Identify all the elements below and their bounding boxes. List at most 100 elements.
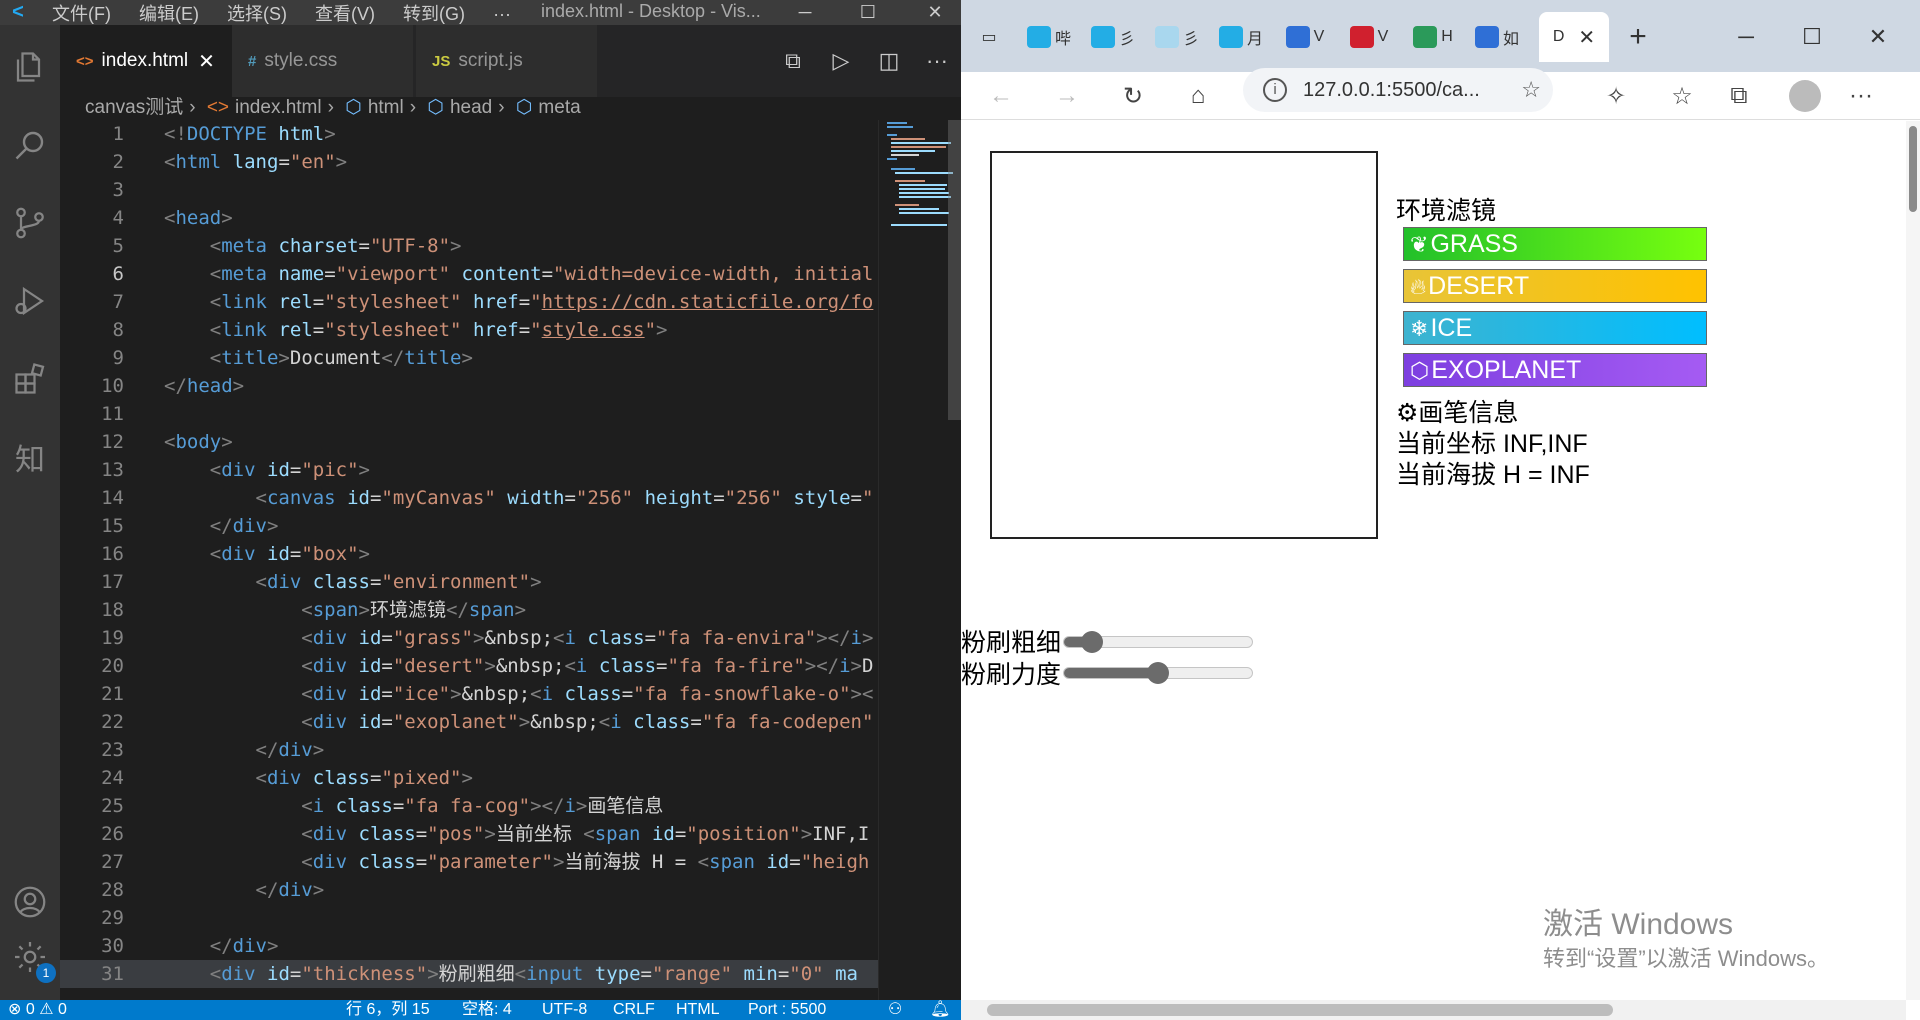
settings-gear-icon[interactable]: 1 — [8, 935, 56, 983]
close-window-button[interactable]: ✕ — [1853, 12, 1903, 62]
breadcrumb-meta[interactable]: meta — [538, 97, 580, 118]
collections-icon[interactable]: ⧉ — [1719, 80, 1759, 112]
vscode-logo-icon: < — [12, 1, 24, 23]
settings-more-icon[interactable]: ··· — [1841, 80, 1881, 112]
split-editor-icon[interactable]: ◫ — [865, 48, 913, 74]
favorites-icon[interactable]: ☆ — [1662, 80, 1702, 112]
add-favorite-icon[interactable]: ☆ — [1521, 77, 1541, 103]
code-line: 24 <div class="pixed"> — [101, 767, 473, 789]
breadcrumb-folder[interactable]: canvas测试 — [85, 97, 183, 118]
problems-status[interactable]: ⊗ 0 ⚠ 0 — [8, 1000, 67, 1020]
cursor-position[interactable]: 行 6，列 15 — [346, 1000, 430, 1020]
web-page: 环境滤镜 ❦GRASS 🔥︎DESERT ❄ICE ⬡EXOPLANET ⚙画笔… — [961, 121, 1906, 1000]
breadcrumb-separator-icon: › — [409, 97, 417, 118]
browser-tab[interactable]: 彡 — [1081, 12, 1145, 62]
breadcrumb-separator-icon: › — [327, 97, 334, 118]
feedback-icon[interactable]: ⚇ — [888, 1000, 902, 1020]
thickness-slider[interactable] — [1063, 631, 1253, 653]
browser-tab-strip: ▭ 哔 彡 彡 月 V V H 如 D ✕ + ─ ☐ ✕ — [961, 0, 1920, 72]
editor-actions: ⧉ ▷ ◫ ··· — [769, 25, 961, 97]
extensions-icon[interactable]: ✧ — [1596, 80, 1636, 112]
page-horizontal-scrollbar[interactable] — [961, 1000, 1906, 1020]
js-file-icon: JS — [432, 52, 451, 70]
live-server-status[interactable]: Port : 5500 — [748, 1000, 826, 1020]
desert-button[interactable]: 🔥︎DESERT — [1403, 269, 1707, 303]
bing-icon — [1474, 26, 1499, 48]
menu-more[interactable]: ··· — [493, 4, 511, 24]
language-mode[interactable]: HTML — [676, 1000, 720, 1020]
new-tab-button[interactable]: + — [1613, 12, 1663, 62]
exoplanet-button[interactable]: ⬡EXOPLANET — [1403, 353, 1707, 387]
menu-selection[interactable]: 选择(S) — [227, 4, 287, 24]
terminal-icon — [1413, 26, 1438, 48]
source-control-icon[interactable] — [8, 201, 52, 245]
codepen-icon: ⬡ — [1410, 358, 1430, 383]
tab-index-html[interactable]: <> index.html ✕ — [60, 25, 232, 97]
indentation-status[interactable]: 空格: 4 — [462, 1000, 512, 1020]
open-preview-icon[interactable]: ⧉ — [769, 48, 817, 74]
close-tab-icon[interactable]: ✕ — [198, 49, 215, 74]
maximize-button[interactable]: ☐ — [838, 0, 898, 25]
tab-actions-icon[interactable]: ▭ — [969, 12, 1009, 62]
run-debug-icon[interactable] — [8, 279, 52, 323]
tab-style-css[interactable]: # style.css — [232, 25, 413, 97]
profile-avatar[interactable] — [1785, 80, 1825, 112]
grass-button[interactable]: ❦GRASS — [1403, 227, 1707, 261]
menu-file[interactable]: 文件(F) — [52, 4, 111, 24]
browser-tab[interactable]: 哔 — [1017, 12, 1081, 62]
browser-tab[interactable]: 月 — [1209, 12, 1273, 62]
browser-tab[interactable]: H — [1401, 12, 1465, 62]
snowflake-icon: ❄ — [1410, 316, 1429, 341]
minimize-button[interactable]: ─ — [775, 0, 835, 25]
back-button[interactable]: ← — [981, 80, 1021, 112]
code-line: 11 — [101, 403, 124, 425]
explorer-icon[interactable] — [8, 45, 52, 89]
breadcrumb-html[interactable]: html — [368, 97, 404, 118]
tab-script-js[interactable]: JS script.js — [416, 25, 597, 97]
address-bar[interactable]: i 127.0.0.1:5500/ca... ☆ — [1243, 68, 1553, 112]
code-line: 23 </div> — [101, 739, 325, 761]
code-line-current: 6 <meta name="viewport" content="width=d… — [112, 263, 874, 285]
more-actions-icon[interactable]: ··· — [913, 48, 961, 74]
vscode-window: < 文件(F) 编辑(E) 选择(S) 查看(V) 转到(G) ··· inde… — [0, 0, 961, 1020]
refresh-button[interactable]: ↻ — [1113, 80, 1153, 112]
drawing-canvas[interactable] — [990, 151, 1378, 539]
home-button[interactable]: ⌂ — [1178, 80, 1218, 112]
maximize-button[interactable]: ☐ — [1787, 12, 1837, 62]
code-editor[interactable]: 1 <!DOCTYPE html> 2 <html lang="en"> 3 4 <h… — [60, 120, 878, 1000]
menu-edit[interactable]: 编辑(E) — [139, 4, 199, 24]
strength-slider[interactable] — [1063, 662, 1253, 684]
forward-button[interactable]: → — [1047, 80, 1087, 112]
ice-button[interactable]: ❄ICE — [1403, 311, 1707, 345]
code-line: 7 <link rel="stylesheet" href="https://c… — [112, 291, 874, 313]
minimize-button[interactable]: ─ — [1721, 12, 1771, 62]
browser-tab-active[interactable]: D ✕ — [1539, 12, 1609, 62]
zhihu-icon[interactable]: 知 — [8, 435, 52, 479]
extensions-icon[interactable] — [8, 357, 52, 401]
browser-tab[interactable]: 如 — [1465, 12, 1529, 62]
site-info-icon[interactable]: i — [1263, 78, 1287, 102]
menu-go[interactable]: 转到(G) — [403, 4, 465, 24]
close-window-button[interactable]: ✕ — [905, 0, 961, 25]
notifications-icon[interactable]: 🔔︎ — [930, 1000, 950, 1020]
eol-status[interactable]: CRLF — [613, 1000, 655, 1020]
app-icon — [1349, 26, 1374, 48]
search-icon[interactable] — [8, 123, 52, 167]
run-icon[interactable]: ▷ — [817, 48, 865, 74]
menu-view[interactable]: 查看(V) — [315, 4, 375, 24]
height-readout: 当前海拔 H = INF — [1396, 461, 1590, 489]
code-line: 30 </div> — [101, 935, 279, 957]
settings-badge: 1 — [36, 963, 56, 983]
encoding-status[interactable]: UTF-8 — [542, 1000, 587, 1020]
editor-scrollbar[interactable] — [948, 120, 961, 420]
close-tab-icon[interactable]: ✕ — [1578, 25, 1595, 50]
page-vertical-scrollbar[interactable] — [1906, 121, 1920, 1000]
breadcrumb-head[interactable]: head — [450, 97, 492, 118]
code-line: 10 </head> — [101, 375, 245, 397]
browser-tab[interactable]: V — [1273, 12, 1337, 62]
breadcrumb-file[interactable]: index.html — [235, 97, 322, 118]
browser-tab[interactable]: V — [1337, 12, 1401, 62]
code-line: 14 <canvas id="myCanvas" width="256" hei… — [101, 487, 874, 509]
browser-tab[interactable]: 彡 — [1145, 12, 1209, 62]
account-icon[interactable] — [8, 880, 52, 924]
